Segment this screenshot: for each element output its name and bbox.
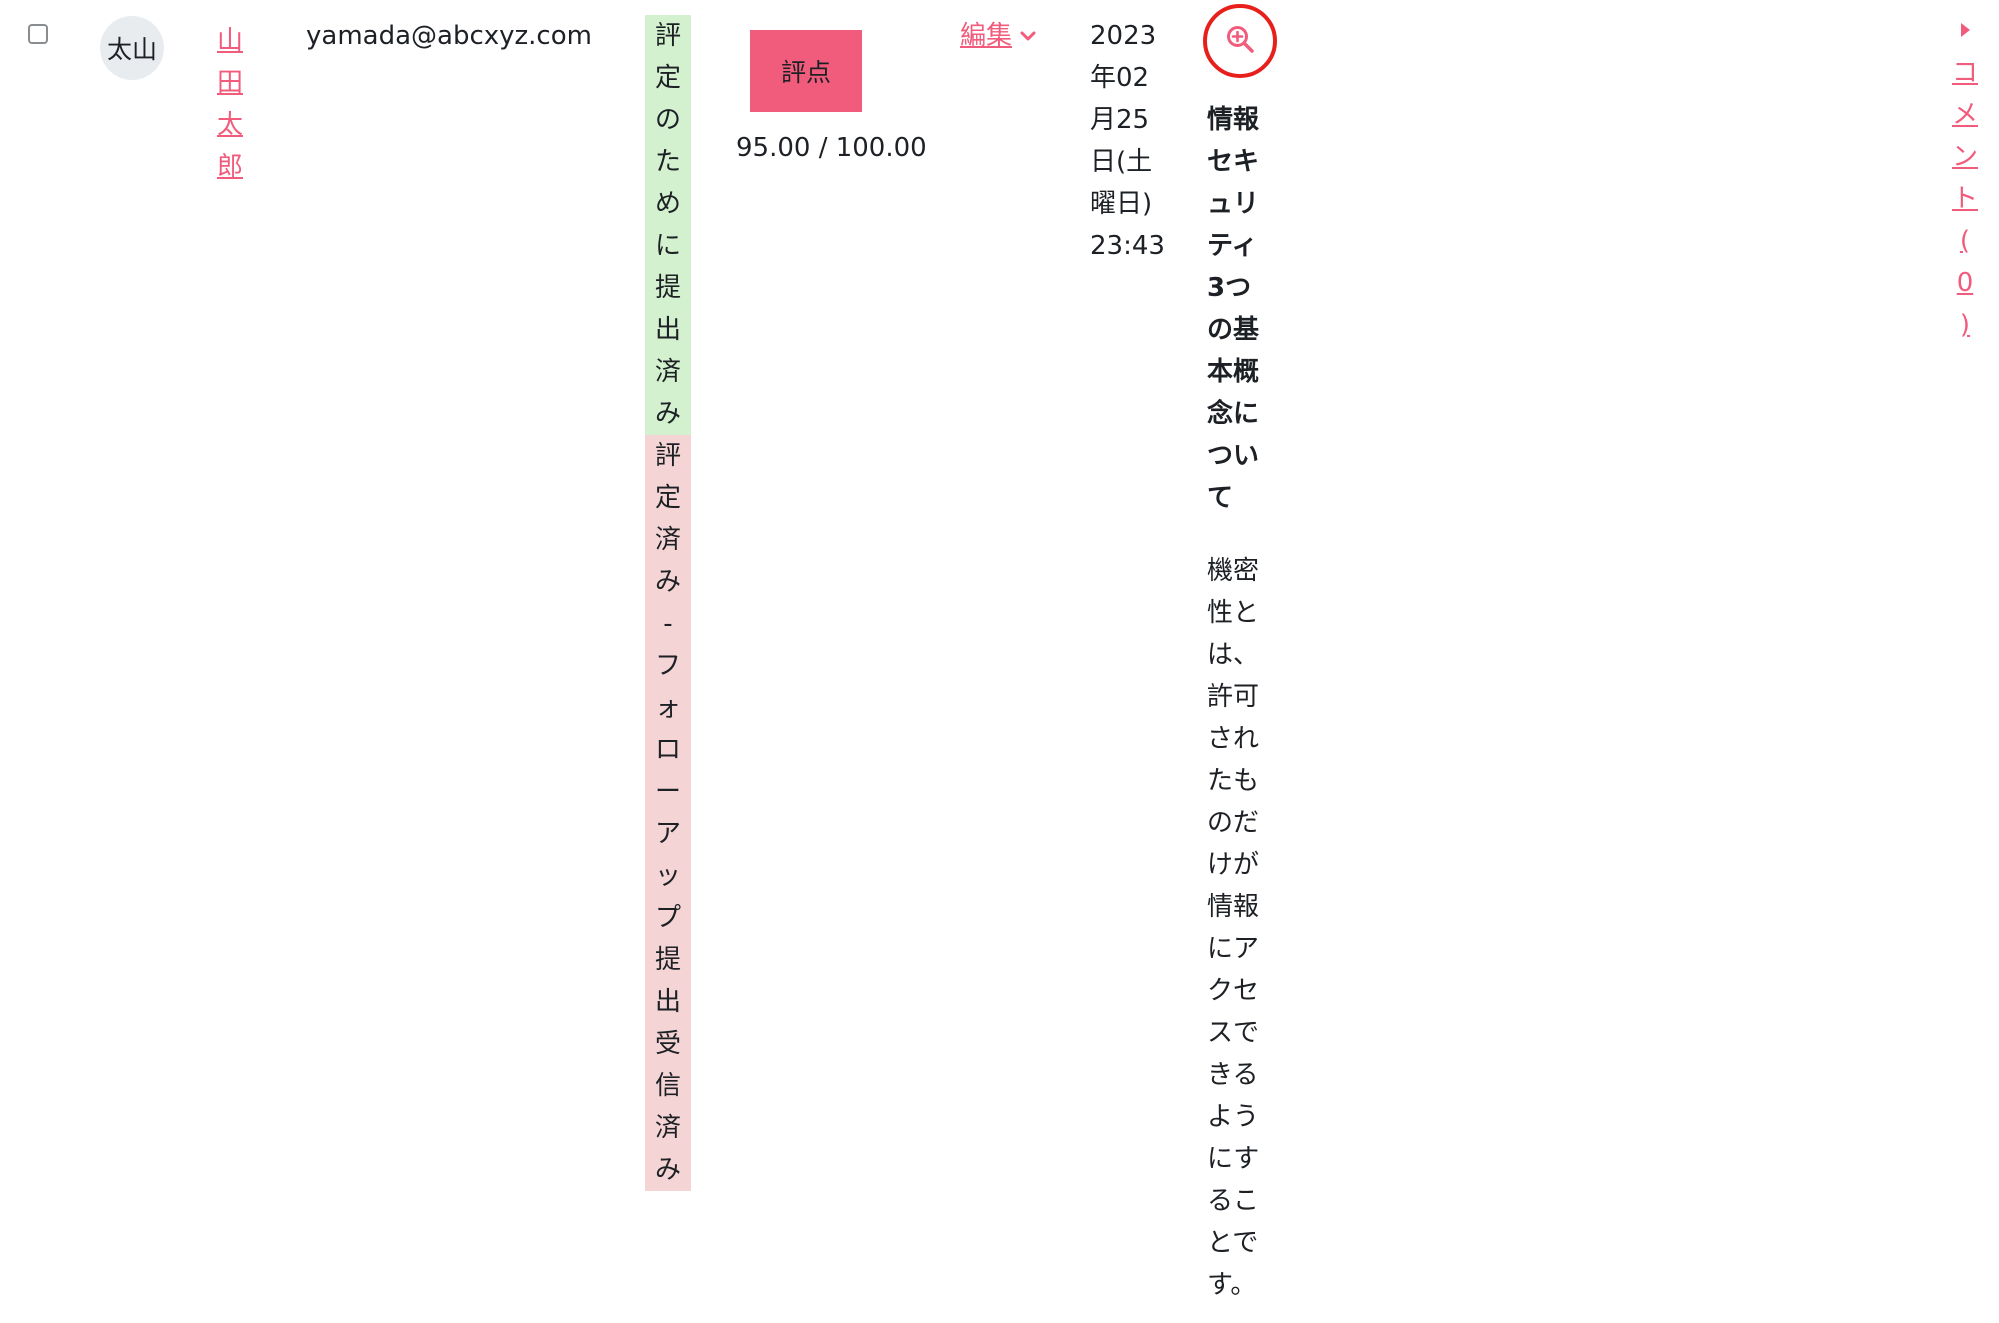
last-modified-date: 2023年02月25日(土曜日) 23:43 <box>1090 21 1165 261</box>
vertical-char: 受 <box>654 1029 681 1059</box>
vertical-char: み <box>654 399 681 429</box>
vertical-char: フ <box>654 651 681 681</box>
avatar-initials: 太山 <box>106 35 157 64</box>
vertical-char: み <box>654 567 681 597</box>
user-email: yamada@abcxyz.com <box>306 21 592 51</box>
grade-button-label: 評点 <box>780 58 831 87</box>
vertical-char: ー <box>654 777 681 807</box>
vertical-char: に <box>654 231 681 261</box>
vertical-char: 提 <box>654 945 681 975</box>
vertical-char: メ <box>1951 100 1978 130</box>
submission-status: 評定のために提出済み 評定済み-フォローアップ提出受信済み <box>645 15 691 1191</box>
zoom-in-icon <box>1225 24 1255 58</box>
vertical-char: ( <box>1959 226 1971 256</box>
user-name-link[interactable]: 山 田 太 郎 <box>213 20 247 188</box>
vertical-char: 出 <box>654 315 681 345</box>
vertical-char: 信 <box>654 1071 681 1101</box>
vertical-char: ン <box>1951 142 1978 172</box>
user-name-char: 郎 <box>216 152 243 182</box>
vertical-char: 定 <box>654 483 681 513</box>
vertical-char: 済 <box>654 1113 681 1143</box>
edit-menu-label: 編集 <box>960 21 1013 51</box>
vertical-char: 評 <box>654 21 681 51</box>
vertical-char: - <box>663 609 673 639</box>
user-name-char: 田 <box>216 68 243 98</box>
vertical-char: 済 <box>654 357 681 387</box>
vertical-char: ア <box>654 819 681 849</box>
vertical-char: た <box>654 147 681 177</box>
vertical-char: 提 <box>654 273 681 303</box>
user-name-char: 太 <box>216 110 243 140</box>
vertical-char: ) <box>1959 310 1971 340</box>
vertical-char: ト <box>1951 184 1978 214</box>
status-submitted-badge: 評定のために提出済み <box>645 15 691 435</box>
comments-toggle[interactable]: コメント (0) <box>1945 22 1985 346</box>
select-row-checkbox[interactable] <box>28 24 48 44</box>
status-graded-badge: 評定済み-フォローアップ提出受信済み <box>645 435 691 1191</box>
comments-link-label: コメント (0) <box>1952 52 1978 346</box>
vertical-char: め <box>654 189 681 219</box>
user-name-char: 山 <box>216 26 243 56</box>
vertical-char: み <box>654 1155 681 1185</box>
caret-right-icon <box>1959 22 1971 42</box>
vertical-char: の <box>654 105 681 135</box>
grade-button[interactable]: 評点 <box>750 30 862 112</box>
submission-text: 機密性とは、許可されたものだけが情報にアクセスできるようにすることです。 <box>1207 556 1260 1300</box>
submission-title: 情報セキュリティ3つの基本概念について <box>1207 105 1260 513</box>
vertical-char: 済 <box>654 525 681 555</box>
chevron-down-icon <box>1020 27 1036 46</box>
vertical-char: コ <box>1951 58 1978 88</box>
avatar: 太山 <box>100 16 164 80</box>
view-submission-button[interactable] <box>1203 4 1277 78</box>
vertical-char: 評 <box>654 441 681 471</box>
vertical-char: プ <box>654 903 681 933</box>
vertical-char: 0 <box>1956 268 1974 298</box>
vertical-char: 出 <box>654 987 681 1017</box>
vertical-char: ロ <box>654 735 681 765</box>
vertical-char: ッ <box>654 861 681 891</box>
vertical-char: ォ <box>654 693 681 723</box>
grade-value: 95.00 / 100.00 <box>736 133 927 163</box>
vertical-char: 定 <box>654 63 681 93</box>
edit-menu-dropdown[interactable]: 編集 <box>960 18 1036 54</box>
